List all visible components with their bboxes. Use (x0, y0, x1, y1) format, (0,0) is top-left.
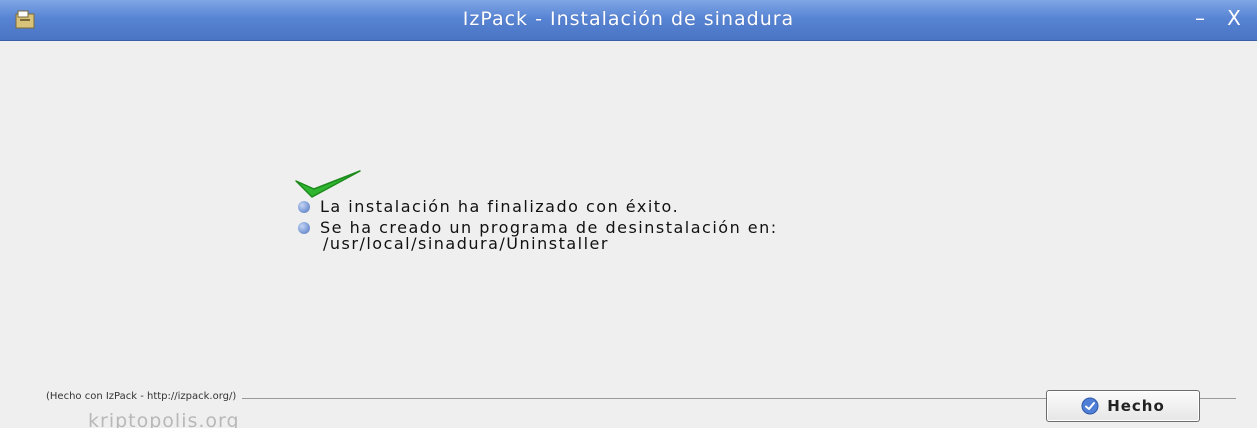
done-button[interactable]: Hecho (1046, 390, 1200, 422)
uninstaller-path: /usr/local/sinadura/Uninstaller (323, 234, 609, 253)
title-bar[interactable]: IzPack - Instalación de sinadura – X (0, 0, 1257, 41)
bullet-icon (298, 222, 310, 234)
check-circle-icon (1081, 397, 1099, 415)
close-button[interactable]: X (1222, 6, 1246, 30)
success-message-text: La instalación ha finalizado con éxito. (320, 197, 680, 216)
done-button-label: Hecho (1107, 397, 1165, 415)
content-panel: La instalación ha finalizado con éxito. … (0, 41, 1257, 428)
watermark: kriptopolis.org (88, 410, 240, 428)
bullet-icon (298, 201, 310, 213)
installer-window: IzPack - Instalación de sinadura – X La … (0, 0, 1257, 428)
minimize-button[interactable]: – (1188, 6, 1212, 30)
window-title: IzPack - Instalación de sinadura (462, 8, 795, 30)
made-with-izpack-label: (Hecho con IzPack - http://izpack.org/) (46, 391, 243, 402)
success-message-line: La instalación ha finalizado con éxito. (298, 197, 679, 216)
